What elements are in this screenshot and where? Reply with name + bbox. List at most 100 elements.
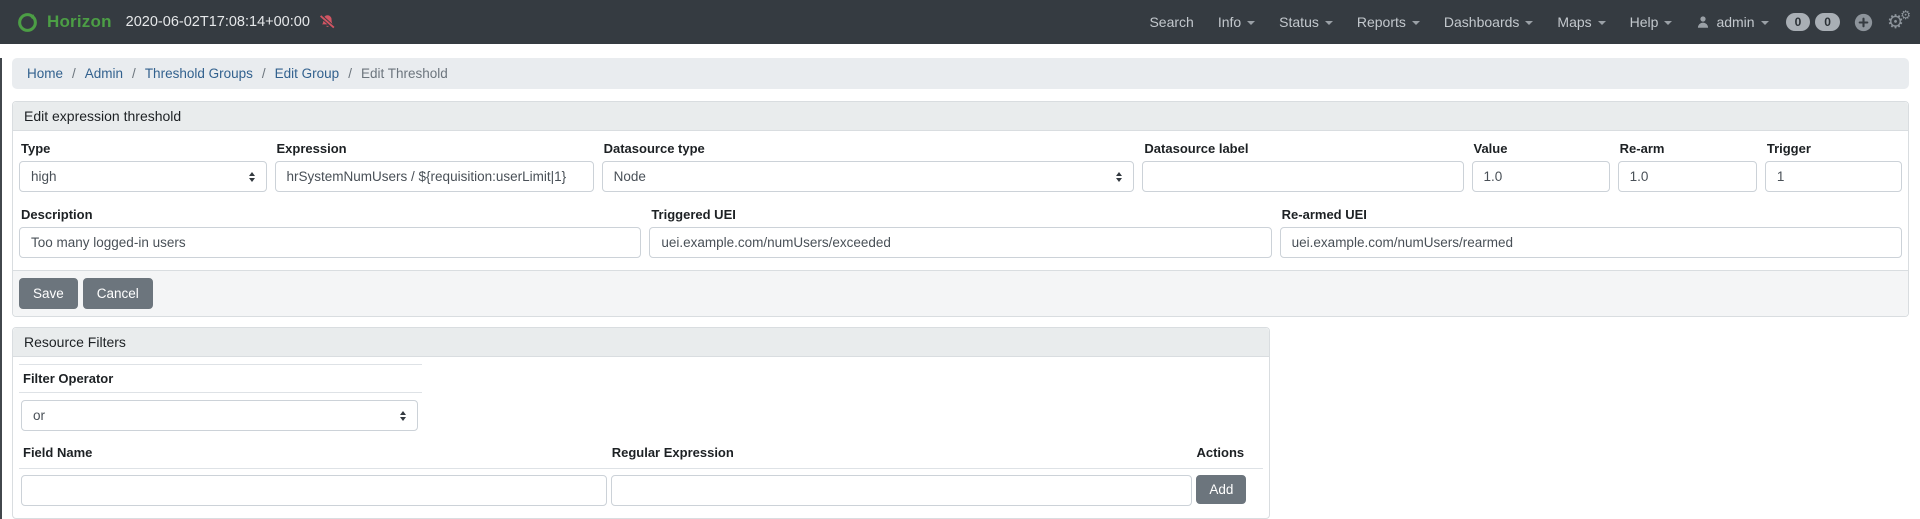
triggered-uei-input[interactable] [649,227,1271,258]
actions-column-header: Actions [1196,445,1259,460]
nav-item-status[interactable]: Status [1267,14,1345,30]
rearmed-uei-input[interactable] [1280,227,1902,258]
description-input[interactable] [19,227,641,258]
value-label: Value [1474,141,1608,156]
up-down-arrows-icon [400,411,406,421]
breadcrumb-separator: / [72,66,76,81]
chevron-down-icon [1664,21,1672,25]
breadcrumb-admin[interactable]: Admin [85,66,123,81]
filter-operator-select[interactable]: or [21,400,418,431]
nav-item-label: Info [1218,14,1241,30]
user-icon [1696,15,1710,29]
nav-item-label: admin [1716,14,1754,30]
page-content: Home / Admin / Threshold Groups / Edit G… [0,58,1920,519]
threshold-form: Type high Expression Datasource type Nod… [13,131,1908,270]
field-name-input[interactable] [21,475,607,506]
nav-item-label: Maps [1557,14,1591,30]
nav-item-info[interactable]: Info [1206,14,1267,30]
chevron-down-icon [1247,21,1255,25]
rearmed-uei-field-group: Re-armed UEI [1280,199,1902,258]
resource-filters-card: Resource Filters Filter Operator or Fiel… [12,327,1270,519]
datasource-type-select-value: Node [614,169,646,184]
add-filter-button[interactable]: Add [1196,475,1246,504]
filters-table-header: Field Name Regular Expression Actions [19,443,1263,469]
expression-input[interactable] [275,161,594,192]
card-title: Edit expression threshold [13,102,1908,131]
datasource-type-field-group: Datasource type Node [602,133,1135,192]
datasource-label-field-group: Datasource label [1142,133,1463,192]
datasource-label-input[interactable] [1142,161,1463,192]
rearmed-uei-label: Re-armed UEI [1282,207,1900,222]
filter-operator-select-value: or [33,408,45,423]
nav-item-maps[interactable]: Maps [1545,14,1617,30]
brand-link[interactable]: Horizon [16,11,112,34]
cancel-button[interactable]: Cancel [83,278,153,309]
nav-item-label: Status [1279,14,1319,30]
value-input[interactable] [1472,161,1610,192]
breadcrumb-home[interactable]: Home [27,66,63,81]
trigger-field-group: Trigger [1765,133,1902,192]
nav-item-help[interactable]: Help [1618,14,1685,30]
field-name-column-header: Field Name [23,445,608,460]
trigger-input[interactable] [1765,161,1902,192]
type-field-group: Type high [19,133,267,192]
breadcrumb-edit-group[interactable]: Edit Group [275,66,340,81]
nav-item-dashboards[interactable]: Dashboards [1432,14,1546,30]
chevron-down-icon [1598,21,1606,25]
card-title: Resource Filters [13,328,1269,357]
type-select-value: high [31,169,57,184]
threshold-form-footer: Save Cancel [13,270,1908,316]
breadcrumb-separator: / [348,66,352,81]
type-label: Type [21,141,265,156]
breadcrumb: Home / Admin / Threshold Groups / Edit G… [12,58,1909,89]
opennms-logo-icon [16,11,39,34]
breadcrumb-separator: / [262,66,266,81]
rearm-input[interactable] [1618,161,1757,192]
nav-item-reports[interactable]: Reports [1345,14,1432,30]
brand-name: Horizon [47,12,112,32]
chevron-down-icon [1525,21,1533,25]
breadcrumb-edit-threshold: Edit Threshold [361,66,448,81]
type-select[interactable]: high [19,161,267,192]
datasource-type-label: Datasource type [604,141,1133,156]
nav-item-label: Reports [1357,14,1406,30]
nav-item-admin[interactable]: admin [1684,14,1780,30]
filter-operator-table: Filter Operator or [19,364,422,432]
server-timestamp: 2020-06-02T17:08:14+00:00 [126,14,310,30]
triggered-uei-field-group: Triggered UEI [649,199,1271,258]
outage-count-badge[interactable]: 0 [1815,13,1840,31]
expression-field-group: Expression [275,133,594,192]
filters-table: Field Name Regular Expression Actions Ad… [19,443,1263,506]
datasource-label-label: Datasource label [1144,141,1461,156]
chevron-down-icon [1325,21,1333,25]
up-down-arrows-icon [1116,172,1122,182]
top-navbar: Horizon 2020-06-02T17:08:14+00:00 Search… [0,0,1920,44]
gears-icon[interactable]: ⚙⚙ [1887,13,1904,32]
triggered-uei-label: Triggered UEI [651,207,1269,222]
nav-item-label: Search [1149,14,1193,30]
chevron-down-icon [1412,21,1420,25]
nav-item-label: Dashboards [1444,14,1520,30]
value-field-group: Value [1472,133,1610,192]
breadcrumb-threshold-groups[interactable]: Threshold Groups [145,66,253,81]
filter-operator-label: Filter Operator [19,365,422,393]
rearm-label: Re-arm [1620,141,1755,156]
regular-expression-input[interactable] [611,475,1193,506]
navbar-menu: Search Info Status Reports Dashboards Ma… [1137,13,1904,32]
resource-filters-body: Filter Operator or Field Name Regular Ex… [13,357,1269,518]
datasource-type-select[interactable]: Node [602,161,1135,192]
rearm-field-group: Re-arm [1618,133,1757,192]
nav-item-search[interactable]: Search [1137,14,1205,30]
up-down-arrows-icon [249,172,255,182]
notices-off-icon[interactable] [319,14,336,31]
save-button[interactable]: Save [19,278,78,309]
chevron-down-icon [1761,21,1769,25]
regular-expression-column-header: Regular Expression [612,445,1193,460]
trigger-label: Trigger [1767,141,1900,156]
expression-label: Expression [277,141,592,156]
notification-count-badge[interactable]: 0 [1786,13,1811,31]
description-label: Description [21,207,639,222]
nav-item-label: Help [1630,14,1659,30]
new-filter-row: Add [19,469,1263,506]
plus-circle-icon[interactable] [1854,13,1873,32]
